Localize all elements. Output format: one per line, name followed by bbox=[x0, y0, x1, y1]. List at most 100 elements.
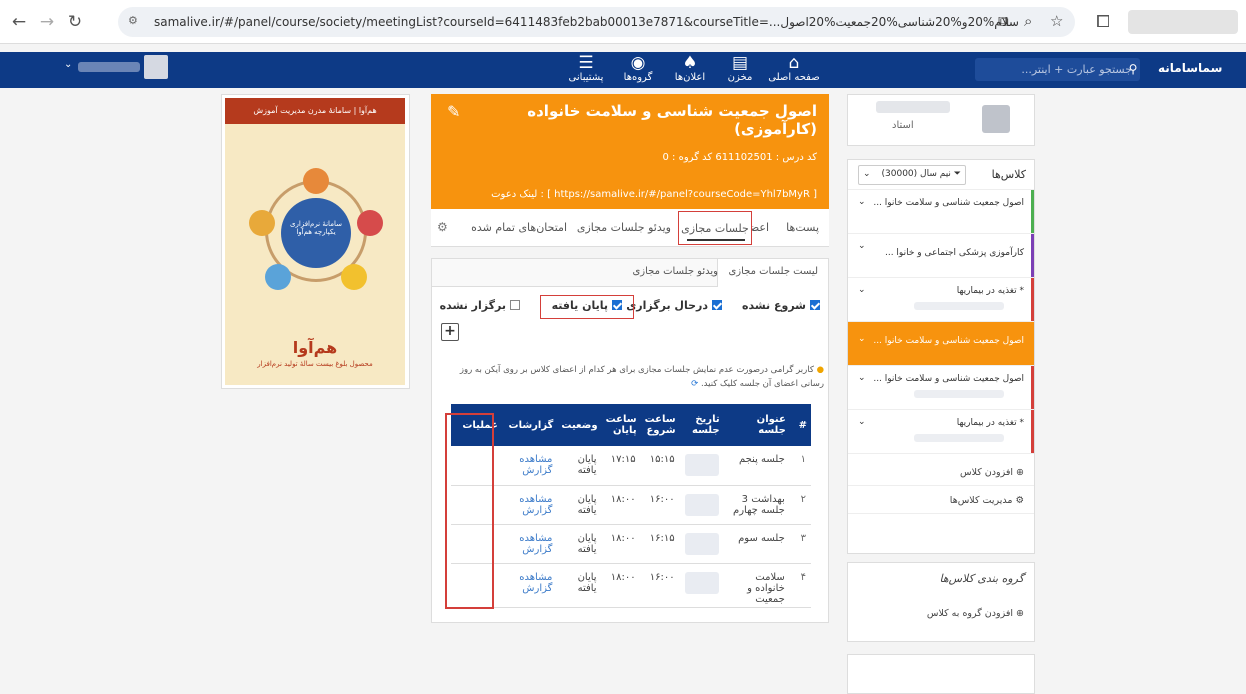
add-session-button[interactable]: + bbox=[441, 323, 459, 341]
chevron-down-icon[interactable]: ⌄ bbox=[858, 285, 866, 295]
add-group-link[interactable]: ⊕ افزودن گروه به کلاس bbox=[927, 608, 1024, 619]
view-report-link[interactable]: مشاهده گزارش bbox=[501, 524, 558, 564]
search-icon[interactable]: ⚲ bbox=[1122, 58, 1144, 81]
ad-dot bbox=[357, 210, 383, 236]
user-menu[interactable]: ⌄ bbox=[64, 55, 170, 79]
ad-header: هم‌آوا | سامانۀ مدرن مدیریت آموزش bbox=[225, 98, 405, 124]
course-title: اصول جمعیت شناسی و سلامت خانواده (کارآمو… bbox=[527, 102, 817, 138]
class-subtitle bbox=[914, 302, 1004, 310]
invite-link[interactable]: لینک دعوت : [ https://samalive.ir/#/pane… bbox=[443, 189, 817, 200]
tab-session-list[interactable]: لیست جلسات مجازی bbox=[717, 259, 828, 287]
checkbox[interactable] bbox=[712, 300, 722, 310]
course-header: اصول جمعیت شناسی و سلامت خانواده (کارآمو… bbox=[431, 94, 829, 209]
search-input[interactable]: جستجو عبارت + اینتر... bbox=[975, 58, 1140, 81]
chevron-down-icon[interactable]: ⌄ bbox=[858, 241, 866, 251]
classes-title: کلاس‌ها bbox=[991, 168, 1026, 181]
session-date bbox=[684, 493, 719, 516]
gear-icon[interactable]: ⚙ bbox=[437, 220, 448, 234]
forward-icon[interactable]: → bbox=[34, 9, 60, 35]
chevron-down-icon: ⌄ bbox=[863, 169, 871, 179]
groups-title: گروه بندی کلاس‌ها bbox=[939, 572, 1024, 585]
col-header: تاریخ جلسه bbox=[679, 404, 724, 446]
nav-repository[interactable]: ▤ مخزن bbox=[714, 54, 766, 83]
col-header: # bbox=[789, 404, 811, 446]
chevron-down-icon: ⌄ bbox=[64, 59, 73, 70]
session-date bbox=[684, 532, 719, 555]
view-report-link[interactable]: مشاهده گزارش bbox=[501, 563, 558, 608]
tab-finished-exams[interactable]: امتحان‌های تمام شده bbox=[471, 221, 567, 234]
class-subtitle bbox=[914, 434, 1004, 442]
pencil-icon[interactable]: ✎ bbox=[447, 102, 460, 121]
filter-in-progress[interactable]: درحال برگزاری bbox=[626, 299, 722, 312]
chevron-down-icon[interactable]: ⌄ bbox=[858, 417, 866, 427]
view-report-link[interactable]: مشاهده گزارش bbox=[501, 485, 558, 525]
col-header: ساعت شروع bbox=[640, 404, 680, 446]
profile-name bbox=[876, 101, 950, 113]
table-row: ۱ جلسه پنجم ۱۵:۱۵ ۱۷:۱۵ پایان یافته مشاه… bbox=[451, 446, 811, 486]
status-filters: شروع نشده درحال برگزاری پایان یافته برگز… bbox=[432, 295, 828, 321]
reload-icon[interactable]: ↻ bbox=[62, 9, 88, 35]
tab-session-videos[interactable]: ویدئو جلسات مجازی bbox=[577, 221, 671, 234]
ad-dot bbox=[265, 264, 291, 290]
ad-subtitle: محصول بلوغ بیست سالۀ تولید نرم‌افزار bbox=[257, 360, 373, 368]
class-subtitle bbox=[914, 390, 1004, 398]
site-info-icon[interactable]: ⚙ bbox=[128, 14, 138, 27]
nav-home[interactable]: ⌂ صفحه اصلی bbox=[768, 54, 820, 83]
zoom-icon[interactable]: ⌕ bbox=[1024, 12, 1032, 30]
checkbox[interactable] bbox=[810, 300, 820, 310]
class-item-active[interactable]: اصول جمعیت شناسی و سلامت خانوا ... ⌄ bbox=[848, 322, 1034, 366]
address-bar[interactable]: ⚙ samalive.ir/#/panel/course/society/mee… bbox=[118, 7, 1075, 37]
url-text: samalive.ir/#/panel/course/society/meeti… bbox=[154, 15, 1019, 29]
col-header: ساعت پایان bbox=[601, 404, 641, 446]
class-groups-panel: گروه بندی کلاس‌ها ⊕ افزودن گروه به کلاس bbox=[847, 562, 1035, 642]
class-item[interactable]: * تغذیه در بیماریها ⌄ bbox=[848, 278, 1034, 322]
view-report-link[interactable]: مشاهده گزارش bbox=[501, 446, 558, 486]
class-item[interactable]: اصول جمعیت شناسی و سلامت خانوا ... ⌄ bbox=[848, 190, 1034, 234]
chevron-down-icon[interactable]: ⌄ bbox=[858, 373, 866, 383]
bell-icon: ♠ bbox=[682, 53, 698, 73]
profile-button[interactable] bbox=[1128, 10, 1238, 34]
add-class-link[interactable]: ⊕ افزودن کلاس bbox=[848, 460, 1034, 486]
install-icon[interactable]: ⧉ bbox=[998, 12, 1009, 30]
refresh-icon[interactable]: ⟳ bbox=[691, 379, 698, 389]
checkbox[interactable] bbox=[510, 300, 520, 310]
class-item[interactable]: * تغذیه در بیماریها ⌄ bbox=[848, 410, 1034, 454]
tab-virtual-sessions[interactable]: جلسات مجازی bbox=[678, 211, 752, 245]
plus-circle-icon: ⊕ bbox=[1013, 467, 1024, 478]
tab-session-videos-sub[interactable]: ویدئو جلسات مجازی bbox=[622, 259, 728, 287]
course-codes: کد درس : 611102501 کد گروه : 0 bbox=[662, 152, 818, 163]
filter-not-held[interactable]: برگزار نشده bbox=[440, 299, 520, 312]
ad-title: هم‌آوا bbox=[292, 338, 338, 357]
site-logo[interactable]: سماسامانه bbox=[1158, 61, 1222, 75]
profile-role: استاد bbox=[892, 120, 914, 131]
chevron-down-icon[interactable]: ⌄ bbox=[858, 334, 866, 344]
filter-not-started[interactable]: شروع نشده bbox=[742, 299, 820, 312]
plus-circle-icon: ⊕ bbox=[1013, 608, 1024, 619]
semester-select[interactable]: ⌄ ⏷ نیم سال (30000) bbox=[858, 165, 966, 185]
filter-icon: ⏷ bbox=[950, 169, 961, 179]
class-item[interactable]: کارآموزی پزشکی اجتماعی و خانوا ... ⌄ bbox=[848, 234, 1034, 278]
nav-support[interactable]: ☰ پشتیبانی bbox=[560, 54, 612, 83]
top-navbar: ⌄ ☰ پشتیبانی ◉ گروه‌ها ♠ اعلان‌ها ▤ مخزن ⌂ صف… bbox=[0, 52, 1246, 88]
nav-groups[interactable]: ◉ گروه‌ها bbox=[612, 54, 664, 83]
extensions-icon[interactable]: ⧠ bbox=[1090, 9, 1116, 35]
avatar bbox=[144, 55, 168, 79]
class-item[interactable]: اصول جمعیت شناسی و سلامت خانوا ... ⌄ bbox=[848, 366, 1034, 410]
user-name bbox=[78, 62, 140, 72]
session-date bbox=[684, 454, 719, 476]
session-subtabs: لیست جلسات مجازی ویدئو جلسات مجازی bbox=[432, 259, 828, 287]
classes-panel: کلاس‌ها ⌄ ⏷ نیم سال (30000) اصول جمعیت شن… bbox=[847, 159, 1035, 554]
chevron-down-icon[interactable]: ⌄ bbox=[858, 197, 866, 207]
notice-text: ● کاربر گرامی درصورت عدم نمایش جلسات مجا… bbox=[459, 365, 824, 389]
back-icon[interactable]: ← bbox=[6, 9, 32, 35]
bookmark-star-icon[interactable]: ☆ bbox=[1050, 12, 1063, 30]
table-row: ۲ بهداشت 3 جلسه چهارم ۱۶:۰۰ ۱۸:۰۰ پایان … bbox=[451, 485, 811, 525]
ad-banner[interactable]: هم‌آوا | سامانۀ مدرن مدیریت آموزش سامانۀ… bbox=[221, 94, 410, 389]
avatar bbox=[982, 105, 1010, 133]
course-tabs: پست‌ها اعضا جلسات مجازی ویدئو جلسات مجاز… bbox=[431, 209, 829, 247]
browser-chrome: ← → ↻ ⚙ samalive.ir/#/panel/course/socie… bbox=[0, 0, 1246, 44]
profile-card: استاد bbox=[847, 94, 1035, 146]
nav-notifications[interactable]: ♠ اعلان‌ها bbox=[664, 54, 716, 83]
manage-classes-link[interactable]: ⚙ مدیریت کلاس‌ها bbox=[848, 488, 1034, 514]
tab-posts[interactable]: پست‌ها bbox=[786, 221, 819, 234]
